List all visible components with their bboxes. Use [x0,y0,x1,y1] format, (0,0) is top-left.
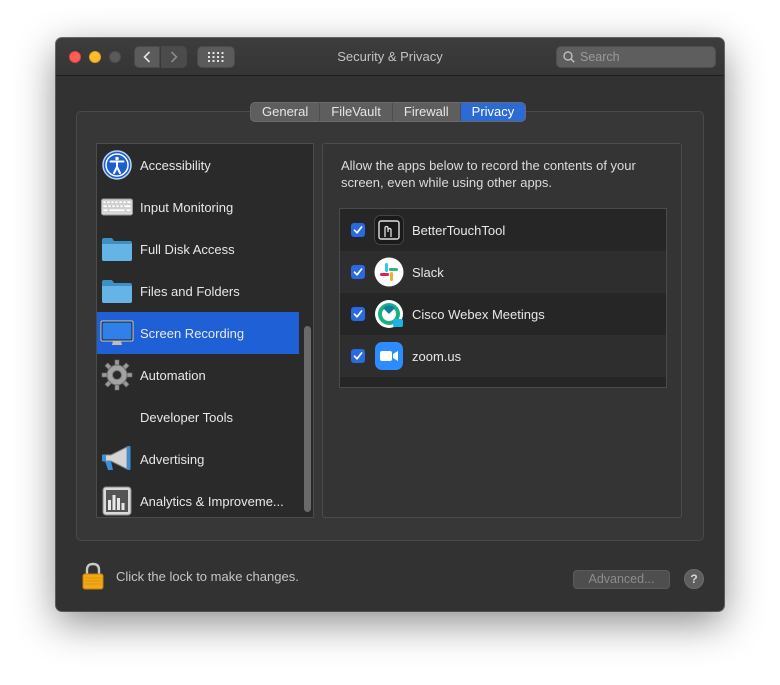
sidebar-item-full-disk-access[interactable]: Full Disk Access [97,228,299,270]
sidebar-item-screen-recording[interactable]: Screen Recording [97,312,299,354]
sidebar-item-files-and-folders[interactable]: Files and Folders [97,270,299,312]
search-icon [563,51,575,63]
sidebar-item-label: Automation [140,367,206,383]
accessibility-icon [102,150,132,180]
sidebar-item-label: Full Disk Access [140,241,235,257]
app-row-bettertouchtool: BetterTouchTool [340,209,666,251]
checkmark-icon [353,268,363,276]
app-row-webex: Cisco Webex Meetings [340,293,666,335]
tab-privacy[interactable]: Privacy [460,103,526,121]
app-name: BetterTouchTool [412,222,506,238]
sidebar-item-label: Developer Tools [140,409,233,425]
privacy-category-list[interactable]: Accessibility Input Monitoring Full Disk… [96,143,314,518]
zoom-icon [375,342,403,370]
app-checkbox[interactable] [351,349,365,363]
display-icon [100,320,134,345]
bettertouchtool-icon [374,215,404,245]
app-name: zoom.us [412,348,462,364]
keyboard-icon [101,198,133,216]
folder-icon [102,280,132,303]
webex-icon [375,300,403,328]
lock-message: Click the lock to make changes. [116,568,299,584]
checkmark-icon [353,226,363,234]
scrollbar-thumb[interactable] [304,326,311,512]
app-checkbox[interactable] [351,223,365,237]
search-box[interactable] [556,46,716,68]
sidebar-item-developer-tools[interactable]: Developer Tools [97,396,299,438]
app-row-zoom: zoom.us [340,335,666,377]
search-input[interactable] [580,50,710,64]
megaphone-icon [102,446,131,470]
slack-icon [374,257,404,287]
sidebar-item-label: Screen Recording [140,325,245,341]
sidebar-item-label: Input Monitoring [140,199,234,215]
lock-area: Click the lock to make changes. [82,562,299,590]
permission-description: Allow the apps below to record the conte… [341,158,636,190]
folder-icon [102,238,132,261]
app-checkbox[interactable] [351,265,365,279]
sidebar-item-label: Accessibility [140,157,211,173]
tab-general[interactable]: General [251,103,321,121]
app-checkbox[interactable] [351,307,365,321]
sidebar-item-input-monitoring[interactable]: Input Monitoring [97,186,299,228]
sidebar-item-automation[interactable]: Automation [97,354,299,396]
app-list: BetterTouchTool Slack Cisco Webex Meetin… [339,208,667,388]
preferences-window: Security & Privacy General FileVault Fir… [56,38,724,611]
sidebar-item-label: Advertising [140,451,205,467]
tab-filevault[interactable]: FileVault [320,103,393,121]
sidebar-item-accessibility[interactable]: Accessibility [97,144,299,186]
gear-icon [101,359,133,391]
tab-firewall[interactable]: Firewall [393,103,461,121]
sidebar-item-label: Analytics & Improveme... [140,493,284,509]
checkmark-icon [353,352,363,360]
analytics-icon [102,486,132,516]
app-name: Slack [412,264,444,280]
help-button[interactable]: ? [684,569,704,589]
lock-icon[interactable] [82,562,104,590]
sidebar-scrollbar[interactable] [301,144,313,517]
app-name: Cisco Webex Meetings [412,306,545,322]
sidebar-item-analytics[interactable]: Analytics & Improveme... [97,480,299,517]
tab-bar: General FileVault Firewall Privacy [250,102,527,122]
sidebar-item-advertising[interactable]: Advertising [97,438,299,480]
title-bar: Security & Privacy [56,38,724,76]
checkmark-icon [353,310,363,318]
sidebar-item-label: Files and Folders [140,283,240,299]
app-row-slack: Slack [340,251,666,293]
screen-recording-pane: Allow the apps below to record the conte… [322,143,682,518]
advanced-button[interactable]: Advanced... [573,570,670,589]
